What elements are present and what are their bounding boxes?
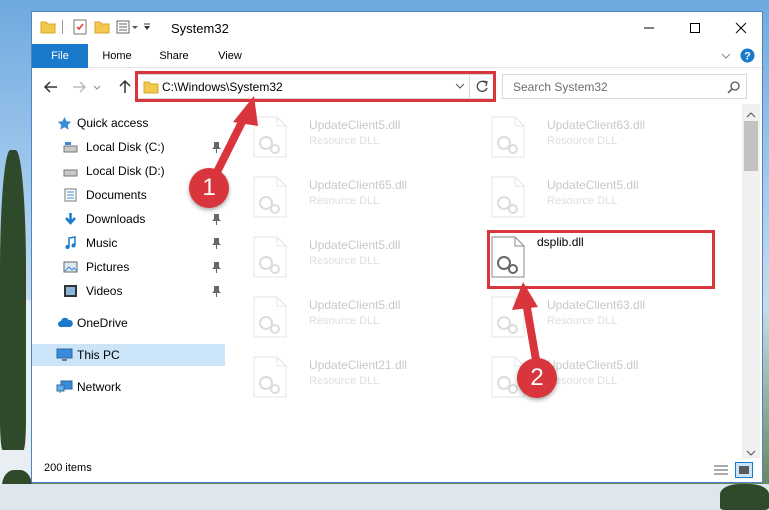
- step-2-badge: 2: [517, 358, 557, 398]
- annotation-arrows: [208, 96, 540, 364]
- step-1-badge: 1: [189, 168, 229, 208]
